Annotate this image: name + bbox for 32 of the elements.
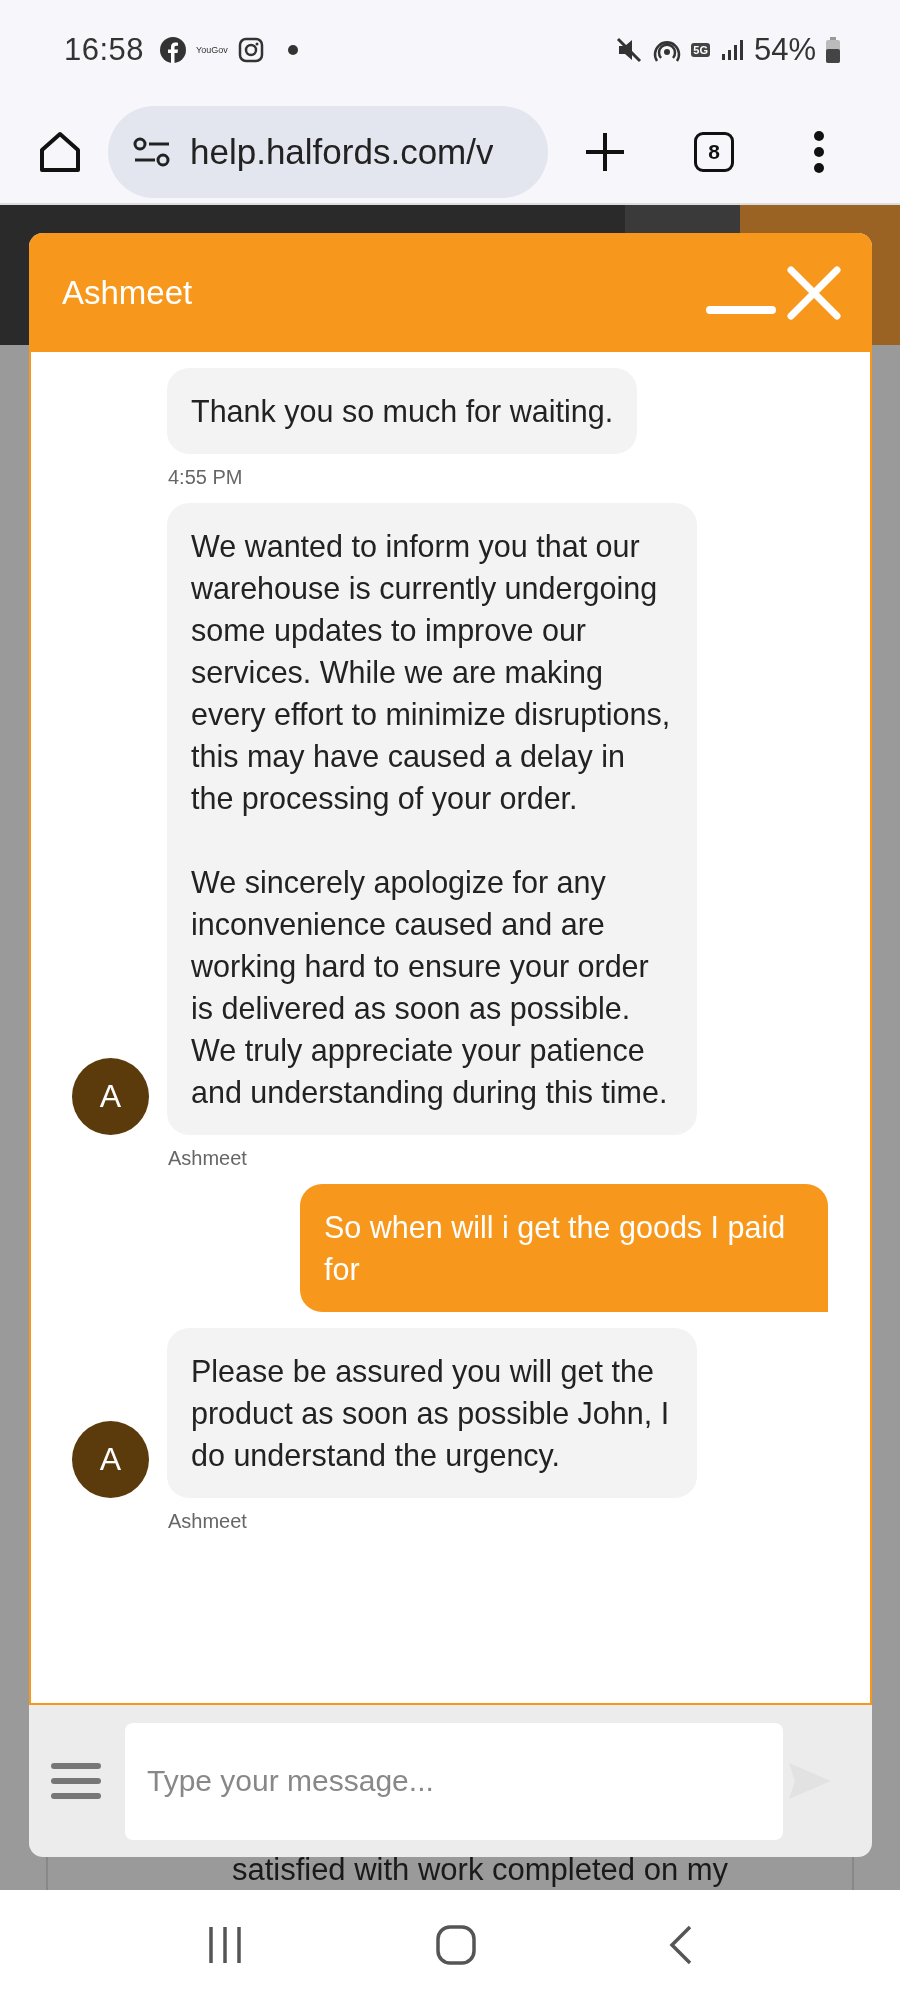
more-icon[interactable]	[812, 129, 826, 174]
sender-name: Ashmeet	[168, 1147, 248, 1170]
address-bar[interactable]: help.halfords.com/v	[108, 105, 548, 198]
agent-message: Thank you so much for waiting.	[167, 368, 638, 454]
network-type-label: 5G	[691, 43, 710, 57]
app-notification-label: YouGov	[196, 45, 228, 55]
recent-apps-icon[interactable]	[206, 1925, 243, 1965]
user-message: So when will i get the goods I paid for	[300, 1184, 828, 1312]
facebook-icon	[160, 37, 187, 63]
menu-icon[interactable]	[51, 1761, 101, 1801]
message-time: 4:55 PM	[168, 466, 244, 489]
status-time: 16:58	[64, 32, 145, 68]
page-text: satisfied with work completed on my	[230, 1852, 729, 1888]
chat-title: Ashmeet	[62, 273, 193, 312]
url-text: help.halfords.com/v	[190, 131, 494, 172]
agent-avatar: A	[72, 1421, 149, 1498]
message-input[interactable]: Type your message...	[125, 1722, 783, 1840]
signal-icon	[719, 38, 744, 62]
tab-count-button[interactable]: 8	[694, 131, 734, 172]
agent-message: We wanted to inform you that our warehouse is currently undergoing some updates to improve our services. While we are making every effort to minimize disruptions, this may have caused a delay in the processing of your order. We sincerely apologize for any inconvenience caused and are working hard to ensure your order is delivered as soon as possible. We truly appreciate your patience and understanding during this time.	[167, 503, 697, 1135]
dot-icon	[287, 45, 298, 55]
plus-icon[interactable]	[584, 130, 626, 173]
back-icon[interactable]	[669, 1925, 694, 1965]
agent-message: Please be assured you will get the product as soon as possible John, I do understand the urgency.	[167, 1328, 697, 1498]
instagram-icon	[237, 37, 264, 63]
mute-icon	[615, 36, 644, 64]
site-settings-icon[interactable]	[132, 135, 172, 168]
home-nav-icon[interactable]	[436, 1925, 476, 1965]
agent-avatar: A	[72, 1058, 149, 1135]
sender-name: Ashmeet	[168, 1510, 248, 1533]
battery-percent: 54%	[753, 32, 816, 68]
battery-icon	[826, 37, 840, 63]
